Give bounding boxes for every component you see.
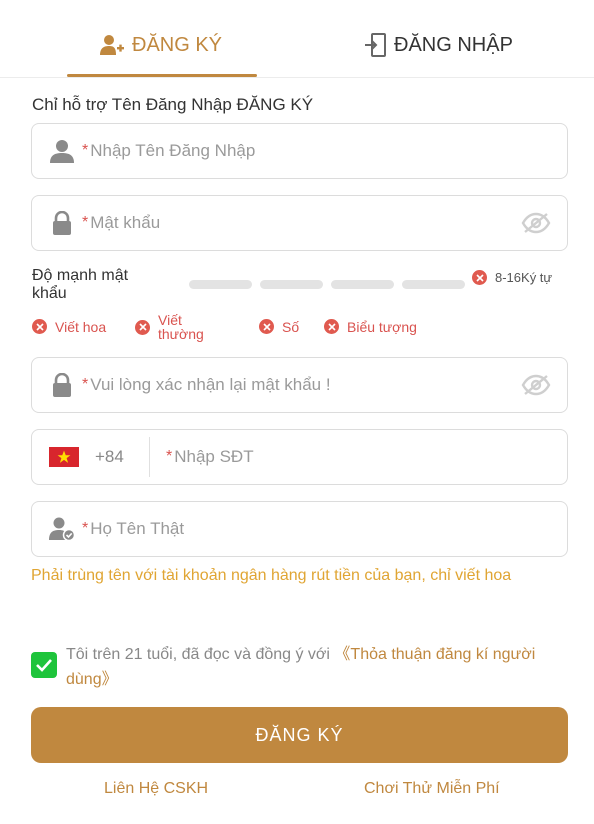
agreement-statement: Tôi trên 21 tuổi, đã đọc và đồng ý với <box>66 646 335 663</box>
error-x-icon <box>259 319 274 334</box>
required-mark: * <box>82 214 89 231</box>
strength-bar-2 <box>260 280 323 289</box>
rule-number: Số <box>259 319 299 334</box>
dial-code[interactable]: +84 <box>95 447 135 467</box>
tab-register-label: ĐĂNG KÝ <box>132 33 223 56</box>
strength-bar-1 <box>189 280 252 289</box>
password-strength-label: Độ mạnh mật khẩu <box>32 267 129 302</box>
rule-text: Viết thường <box>158 312 204 342</box>
phone-field[interactable]: +84 * <box>31 429 568 485</box>
username-field[interactable]: * <box>31 123 568 179</box>
agreement-checkbox[interactable] <box>31 652 57 678</box>
required-mark: * <box>82 142 89 159</box>
rule-text: Số <box>282 318 300 335</box>
error-x-icon <box>32 319 47 334</box>
auth-tabs: ĐĂNG KÝ ĐĂNG NHẬP <box>0 0 594 78</box>
length-rule: 8-16Ký tự <box>472 270 555 285</box>
verified-user-icon <box>48 515 76 543</box>
register-hint: Chỉ hỗ trợ Tên Đăng Nhập ĐĂNG KÝ <box>32 95 314 114</box>
length-rule-text: 8-16Ký tự <box>495 269 553 285</box>
lock-icon <box>48 371 76 399</box>
tab-register[interactable]: ĐĂNG KÝ <box>100 28 222 62</box>
add-user-icon <box>100 34 124 56</box>
password-input[interactable] <box>90 213 521 233</box>
real-name-hint: Phải trùng tên với tài khoản ngân hàng r… <box>31 567 512 584</box>
active-tab-indicator <box>67 74 257 77</box>
strength-bar-3 <box>331 280 394 289</box>
agreement-text: Tôi trên 21 tuổi, đã đọc và đồng ý với 《… <box>66 642 571 692</box>
strength-bar-4 <box>402 280 465 289</box>
tab-login[interactable]: ĐĂNG NHẬP <box>364 28 513 62</box>
login-door-icon <box>364 33 386 57</box>
tab-login-label: ĐĂNG NHẬP <box>394 33 513 56</box>
user-icon <box>48 137 76 165</box>
password-field[interactable]: * <box>31 195 568 251</box>
free-trial-link[interactable]: Chơi Thử Miễn Phí <box>364 780 500 798</box>
required-mark: * <box>166 448 173 465</box>
contact-support-link[interactable]: Liên Hệ CSKH <box>104 780 208 798</box>
error-x-icon <box>324 319 339 334</box>
error-x-icon <box>135 319 150 335</box>
confirm-password-field[interactable]: * <box>31 357 568 413</box>
username-input[interactable] <box>90 141 567 161</box>
eye-off-icon[interactable] <box>521 370 551 400</box>
divider <box>149 437 150 477</box>
rule-symbol: Biểu tượng <box>324 319 417 334</box>
rule-text: Biểu tượng <box>347 318 417 335</box>
eye-off-icon[interactable] <box>521 208 551 238</box>
register-submit-button[interactable]: ĐĂNG KÝ <box>31 707 568 763</box>
vietnam-flag-icon[interactable] <box>49 447 79 467</box>
phone-input[interactable] <box>174 447 567 467</box>
lock-icon <box>48 209 76 237</box>
real-name-input[interactable] <box>90 519 567 539</box>
required-mark: * <box>82 376 89 393</box>
rule-uppercase: Viết hoa <box>32 319 106 334</box>
rule-text: Viết hoa <box>55 318 107 335</box>
real-name-field[interactable]: * <box>31 501 568 557</box>
agreement-row: Tôi trên 21 tuổi, đã đọc và đồng ý với 《… <box>31 642 571 692</box>
confirm-password-input[interactable] <box>90 375 521 395</box>
rule-lowercase: Viết thường <box>135 313 218 341</box>
error-x-icon <box>472 270 487 285</box>
required-mark: * <box>82 520 89 537</box>
